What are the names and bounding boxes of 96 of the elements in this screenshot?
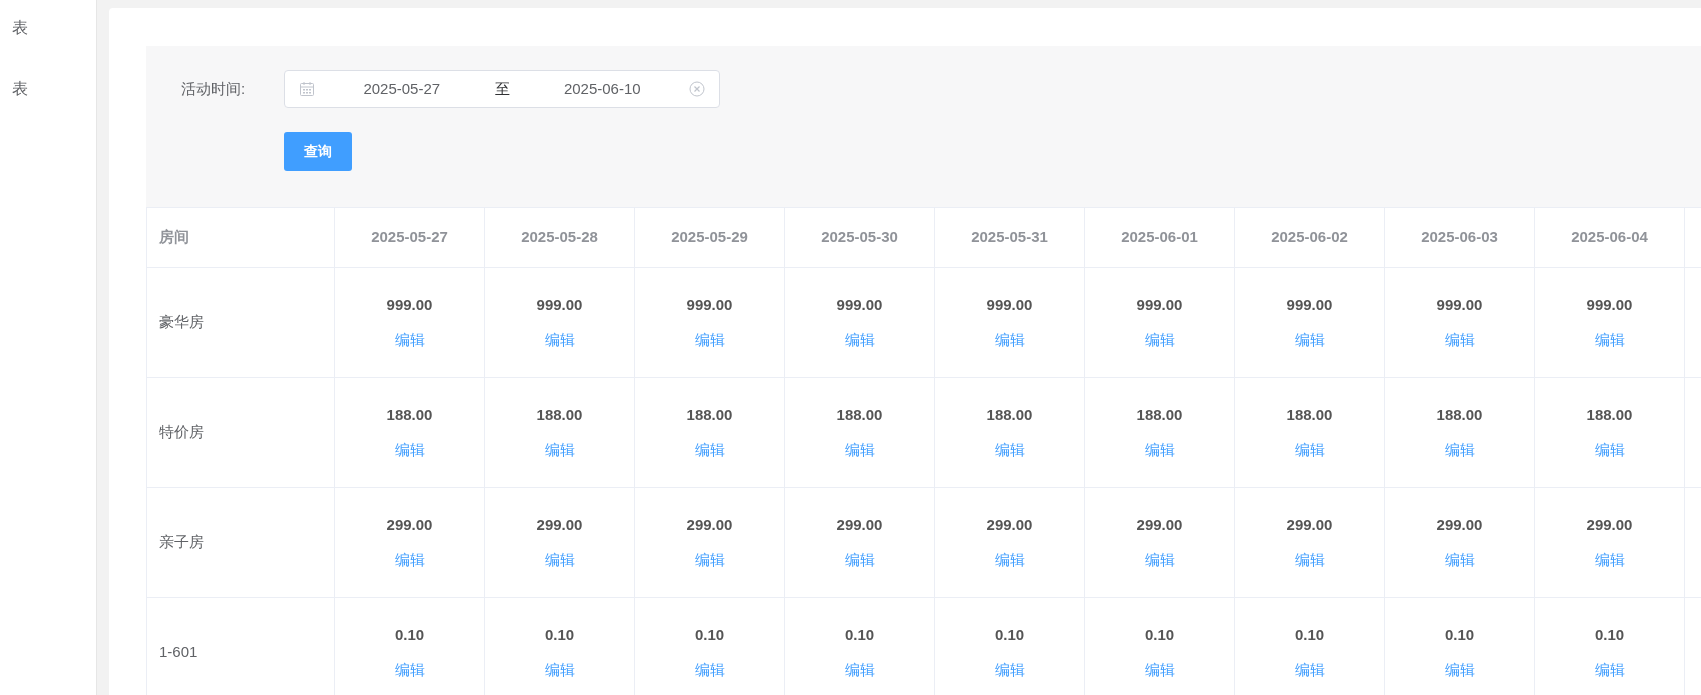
- sidebar-item[interactable]: 表: [0, 61, 96, 122]
- field-label: 活动时间:: [181, 78, 247, 99]
- price-value: 188.00: [1435, 405, 1484, 425]
- edit-link[interactable]: 编辑: [694, 328, 725, 351]
- edit-link[interactable]: 编辑: [1594, 548, 1625, 571]
- price-value: 999.00: [535, 295, 584, 315]
- price-value: 299.00: [535, 515, 584, 535]
- edit-link[interactable]: 编辑: [1594, 438, 1625, 461]
- column-header: 2025-06-04: [1571, 228, 1648, 246]
- price-value: 999.00: [985, 295, 1034, 315]
- price-value: 188.00: [685, 405, 734, 425]
- end-date: 2025-06-10: [562, 78, 642, 99]
- edit-link[interactable]: 编辑: [694, 658, 725, 681]
- price-value: 999.00: [835, 295, 884, 315]
- column-header: 2025-05-31: [971, 228, 1048, 246]
- edit-link[interactable]: 编辑: [1294, 548, 1325, 571]
- column-header: 2025-06-03: [1421, 228, 1498, 246]
- edit-link[interactable]: 编辑: [1594, 328, 1625, 351]
- edit-link[interactable]: 编辑: [1294, 658, 1325, 681]
- column-header: 2025-06-02: [1271, 228, 1348, 246]
- edit-link[interactable]: 编辑: [844, 658, 875, 681]
- column-header: 房间: [159, 228, 189, 246]
- price-value: 188.00: [835, 405, 884, 425]
- price-value: 188.00: [1285, 405, 1334, 425]
- calendar-icon: [299, 81, 315, 97]
- price-value: 188.00: [985, 405, 1034, 425]
- price-value: 299.00: [1285, 515, 1334, 535]
- price-value: 0.10: [693, 625, 726, 645]
- price-value: 188.00: [1585, 405, 1634, 425]
- price-value: 0.10: [1143, 625, 1176, 645]
- price-value: 999.00: [685, 295, 734, 315]
- clear-icon[interactable]: [689, 81, 705, 97]
- edit-link[interactable]: 编辑: [694, 438, 725, 461]
- price-value: 0.10: [843, 625, 876, 645]
- edit-link[interactable]: 编辑: [544, 438, 575, 461]
- edit-link[interactable]: 编辑: [994, 328, 1025, 351]
- column-header: 2025-05-30: [821, 228, 898, 246]
- room-name: 1-601: [159, 643, 198, 661]
- edit-link[interactable]: 编辑: [1144, 438, 1175, 461]
- column-header: 2025-06-01: [1121, 228, 1198, 246]
- price-value: 299.00: [1435, 515, 1484, 535]
- edit-link[interactable]: 编辑: [844, 548, 875, 571]
- edit-link[interactable]: 编辑: [394, 328, 425, 351]
- column-header: 2025-05-27: [371, 228, 448, 246]
- edit-link[interactable]: 编辑: [394, 548, 425, 571]
- price-value: 999.00: [1585, 295, 1634, 315]
- edit-link[interactable]: 编辑: [544, 548, 575, 571]
- price-value: 188.00: [535, 405, 584, 425]
- edit-link[interactable]: 编辑: [994, 658, 1025, 681]
- price-value: 999.00: [385, 295, 434, 315]
- edit-link[interactable]: 编辑: [844, 328, 875, 351]
- price-value: 999.00: [1135, 295, 1184, 315]
- room-name: 特价房: [159, 423, 204, 441]
- price-value: 999.00: [1435, 295, 1484, 315]
- edit-link[interactable]: 编辑: [394, 438, 425, 461]
- edit-link[interactable]: 编辑: [394, 658, 425, 681]
- column-header: 2025-05-28: [521, 228, 598, 246]
- price-value: 299.00: [1135, 515, 1184, 535]
- edit-link[interactable]: 编辑: [1144, 548, 1175, 571]
- room-name: 豪华房: [159, 313, 204, 331]
- price-value: 0.10: [993, 625, 1026, 645]
- range-separator: 至: [493, 78, 511, 99]
- search-button[interactable]: 查询: [284, 132, 352, 171]
- price-value: 0.10: [393, 625, 426, 645]
- edit-link[interactable]: 编辑: [1294, 438, 1325, 461]
- price-value: 0.10: [1293, 625, 1326, 645]
- edit-link[interactable]: 编辑: [544, 328, 575, 351]
- price-value: 0.10: [543, 625, 576, 645]
- price-value: 299.00: [385, 515, 434, 535]
- edit-link[interactable]: 编辑: [544, 658, 575, 681]
- edit-link[interactable]: 编辑: [1444, 328, 1475, 351]
- edit-link[interactable]: 编辑: [994, 548, 1025, 571]
- sidebar-item[interactable]: 表: [0, 0, 96, 61]
- price-value: 299.00: [835, 515, 884, 535]
- room-name: 亲子房: [159, 533, 204, 551]
- edit-link[interactable]: 编辑: [1444, 438, 1475, 461]
- edit-link[interactable]: 编辑: [1594, 658, 1625, 681]
- date-range-field[interactable]: 2025-05-27 至 2025-06-10: [284, 70, 720, 108]
- price-value: 0.10: [1443, 625, 1476, 645]
- edit-link[interactable]: 编辑: [694, 548, 725, 571]
- price-value: 299.00: [985, 515, 1034, 535]
- price-value: 0.10: [1593, 625, 1626, 645]
- edit-link[interactable]: 编辑: [1444, 548, 1475, 571]
- column-header: 2025-05-29: [671, 228, 748, 246]
- edit-link[interactable]: 编辑: [844, 438, 875, 461]
- edit-link[interactable]: 编辑: [1294, 328, 1325, 351]
- price-value: 188.00: [385, 405, 434, 425]
- edit-link[interactable]: 编辑: [994, 438, 1025, 461]
- edit-link[interactable]: 编辑: [1144, 658, 1175, 681]
- start-date: 2025-05-27: [362, 78, 442, 99]
- price-value: 299.00: [1585, 515, 1634, 535]
- price-value: 999.00: [1285, 295, 1334, 315]
- price-value: 188.00: [1135, 405, 1184, 425]
- edit-link[interactable]: 编辑: [1444, 658, 1475, 681]
- edit-link[interactable]: 编辑: [1144, 328, 1175, 351]
- price-value: 299.00: [685, 515, 734, 535]
